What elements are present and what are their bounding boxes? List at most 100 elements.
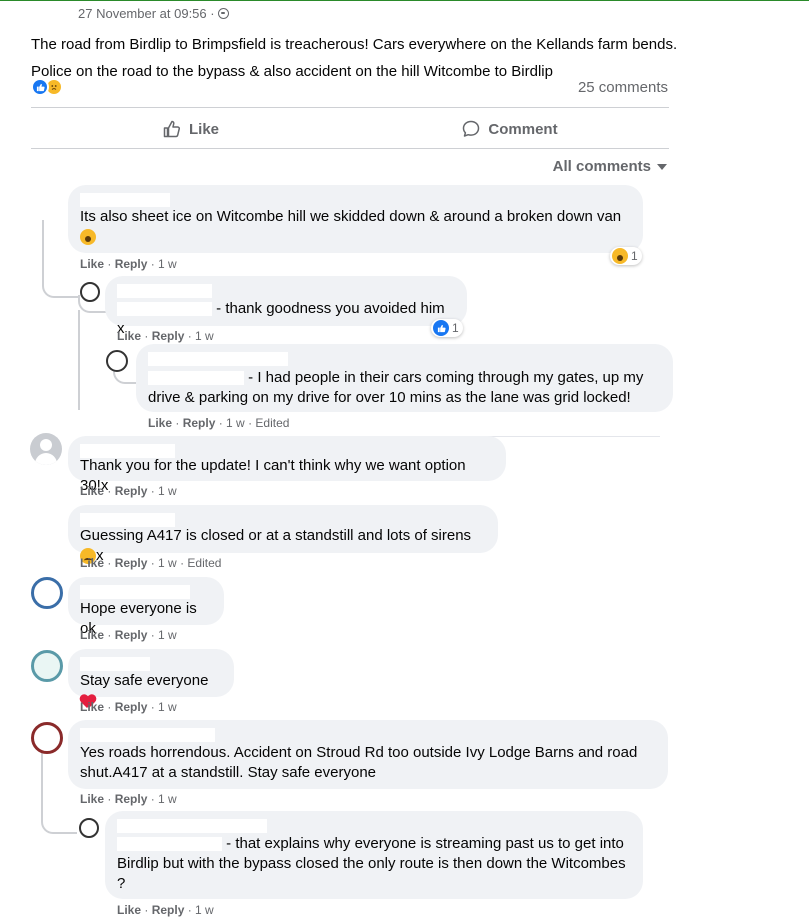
comment-like-link[interactable]: Like <box>80 628 104 642</box>
commenter-name-redacted <box>80 193 170 207</box>
commenter-name-redacted <box>117 819 267 833</box>
comment-text-line: ? <box>117 875 126 892</box>
comment-bubble: Stay safe everyone <box>68 649 234 697</box>
comment-text: - I had people in their cars coming thro… <box>148 368 661 408</box>
comment-reaction-badge[interactable]: 1 <box>610 247 642 265</box>
comment-reply-link[interactable]: Reply <box>183 416 216 430</box>
comment-bubble: Yes roads horrendous. Accident on Stroud… <box>68 720 668 789</box>
comment-meta: Like · Reply · 1 w <box>80 484 177 498</box>
comment-button[interactable]: Comment <box>350 112 669 146</box>
comment-like-link[interactable]: Like <box>80 257 104 271</box>
comment-time[interactable]: 1 w <box>195 329 214 343</box>
comment-time[interactable]: 1 w <box>158 257 177 271</box>
like-reaction-icon <box>433 320 449 336</box>
comment-reaction-badge[interactable]: 1 <box>431 319 463 337</box>
comments-filter-dropdown[interactable]: All comments <box>553 158 667 175</box>
comment-button-label: Comment <box>488 120 558 138</box>
comment-bubble: Its also sheet ice on Witcombe hill we s… <box>68 185 643 253</box>
mention-redacted <box>117 302 212 317</box>
comment-reply-link[interactable]: Reply <box>115 257 148 271</box>
comment-text-line: Its also sheet ice on Witcombe hill we s… <box>80 208 622 225</box>
comment-edited[interactable]: Edited <box>255 416 289 430</box>
thread-line <box>41 790 77 834</box>
comment-reply-link[interactable]: Reply <box>152 903 185 917</box>
like-button[interactable]: Like <box>31 112 350 146</box>
comment-like-link[interactable]: Like <box>117 903 141 917</box>
commenter-name-redacted <box>148 352 288 366</box>
comment-like-link[interactable]: Like <box>80 556 104 570</box>
comment-reply-link[interactable]: Reply <box>115 484 148 498</box>
comment-time[interactable]: 1 w <box>158 628 177 642</box>
comment-text-line: shut.A417 at a standstill. Stay safe eve… <box>80 764 377 781</box>
reaction-count: 1 <box>452 321 459 335</box>
comment-text-line: Yes roads horrendous. Accident on Stroud… <box>80 744 638 761</box>
like-button-label: Like <box>188 120 219 138</box>
globe-icon <box>217 8 229 19</box>
commenter-name-redacted <box>80 585 190 599</box>
post-text-line: The road from Birdlip to Brimpsfield is … <box>31 36 678 53</box>
comment-meta: Like · Reply · 1 w <box>117 903 214 917</box>
comment-meta: Like · Reply · 1 w <box>117 329 214 343</box>
comment-bubble: - thank goodness you avoided him x <box>105 276 467 337</box>
avatar[interactable] <box>79 818 99 838</box>
comment-bubble: - that explains why everyone is streamin… <box>105 811 643 899</box>
avatar[interactable] <box>106 350 128 372</box>
comment-meta: Like · Reply · 1 w <box>80 257 177 271</box>
comment-time[interactable]: 1 w <box>158 556 177 570</box>
comment-reply-link[interactable]: Reply <box>115 700 148 714</box>
comment-time[interactable]: 1 w <box>158 484 177 498</box>
comment-reply-link[interactable]: Reply <box>115 556 148 570</box>
comment-edited[interactable]: Edited <box>187 556 221 570</box>
comment-like-link[interactable]: Like <box>148 416 172 430</box>
comment-text-line: Stay safe everyone <box>80 672 209 689</box>
comment-reply-link[interactable]: Reply <box>115 792 148 806</box>
post-actions: Like Comment <box>31 112 669 146</box>
divider <box>31 148 669 149</box>
comment-time[interactable]: 1 w <box>226 416 245 430</box>
caret-down-icon <box>657 163 667 170</box>
comment-text-line: - that explains why everyone is streamin… <box>226 835 624 852</box>
comment-like-link[interactable]: Like <box>80 792 104 806</box>
comment-time[interactable]: 1 w <box>195 903 214 917</box>
commenter-name-redacted <box>117 284 212 298</box>
comment-reply-link[interactable]: Reply <box>115 628 148 642</box>
commenter-name-redacted <box>80 513 175 527</box>
thumbs-up-icon <box>163 120 180 138</box>
comment-time[interactable]: 1 w <box>158 700 177 714</box>
window-top-edge <box>0 0 809 3</box>
comment-bubble: Hope everyone is ok <box>68 577 224 637</box>
comment-text: Yes roads horrendous. Accident on Stroud… <box>80 743 656 783</box>
mention-redacted <box>148 371 244 386</box>
comment-text: Its also sheet ice on Witcombe hill we s… <box>80 207 631 247</box>
comment-icon <box>463 120 480 137</box>
avatar[interactable] <box>31 650 63 682</box>
post-meta: 27 November at 09:56 · <box>78 6 229 21</box>
comment-text-line: Guessing A417 is closed or at a standsti… <box>80 527 472 544</box>
comment-bubble: Guessing A417 is closed or at a standsti… <box>68 505 498 565</box>
post-timestamp[interactable]: 27 November at 09:56 · <box>78 6 215 21</box>
comment-like-link[interactable]: Like <box>117 329 141 343</box>
wow-reaction-icon <box>612 248 628 264</box>
comment-reply-link[interactable]: Reply <box>152 329 185 343</box>
comment-bubble: Thank you for the update! I can't think … <box>68 436 506 494</box>
comment-meta: Like · Reply · 1 w · Edited <box>80 556 222 570</box>
comment-bubble: - I had people in their cars coming thro… <box>136 344 673 412</box>
comment-time[interactable]: 1 w <box>158 792 177 806</box>
commenter-name-redacted <box>80 728 215 742</box>
avatar[interactable] <box>31 577 63 609</box>
comment-like-link[interactable]: Like <box>80 700 104 714</box>
comment-meta: Like · Reply · 1 w <box>80 792 177 806</box>
comment-text-line: - I had people in their cars coming thro… <box>248 369 644 386</box>
comment-text-line: Birdlip but with the bypass closed the o… <box>117 855 626 872</box>
comments-filter-label: All comments <box>552 158 651 175</box>
comments-count[interactable]: 25 comments <box>578 79 668 96</box>
comment-text-line: drive & parking on my drive for over 10 … <box>148 389 631 406</box>
avatar[interactable] <box>31 722 63 754</box>
comment-meta: Like · Reply · 1 w <box>80 628 177 642</box>
comment-like-link[interactable]: Like <box>80 484 104 498</box>
avatar[interactable] <box>80 282 100 302</box>
comment-meta: Like · Reply · 1 w · Edited <box>148 416 290 430</box>
avatar-default[interactable] <box>30 433 62 465</box>
post-reactions[interactable] <box>31 78 63 96</box>
divider <box>31 107 669 108</box>
